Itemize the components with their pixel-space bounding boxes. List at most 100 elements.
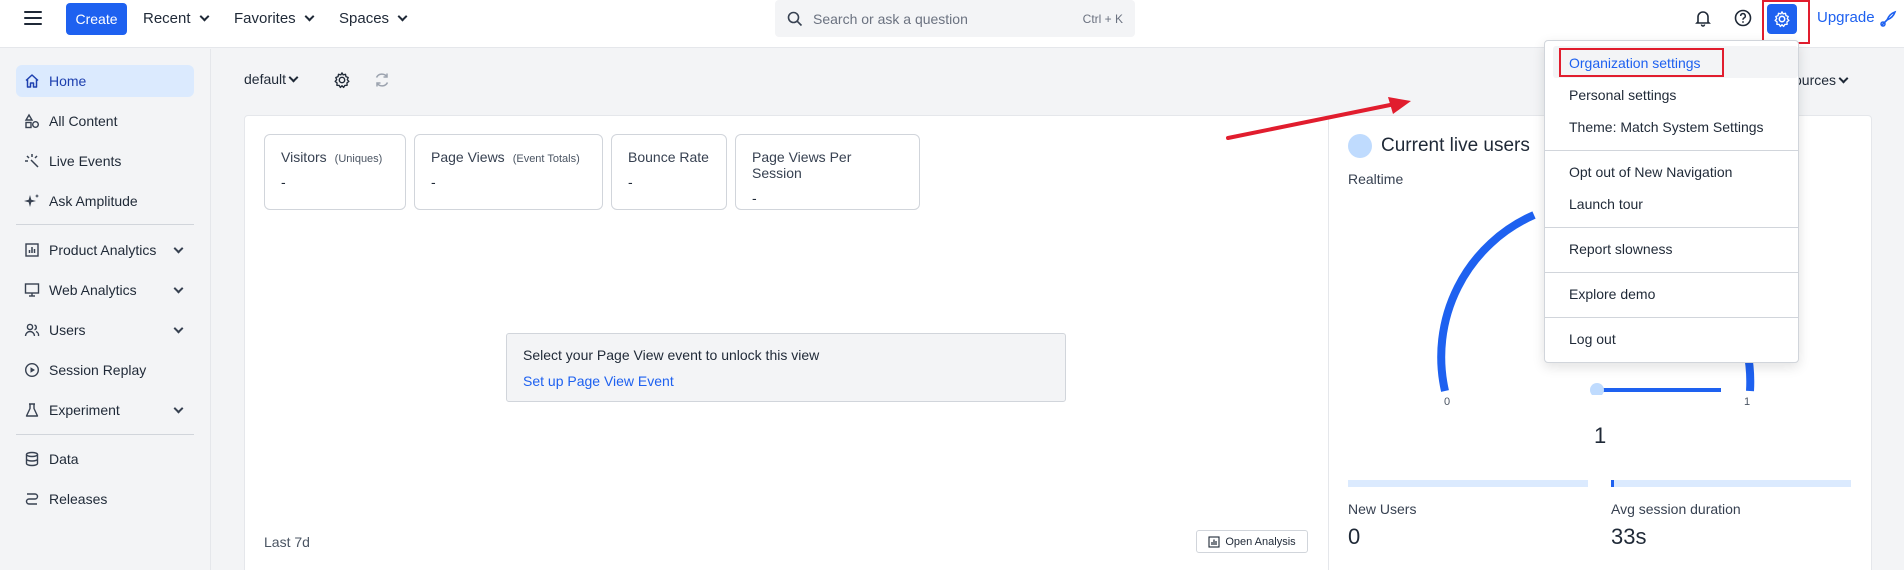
setup-page-view-link[interactable]: Set up Page View Event: [523, 373, 1049, 389]
chevron-down-icon: [397, 11, 408, 21]
sidebar-item-label: Home: [49, 73, 87, 89]
avg-session-value: 33s: [1611, 524, 1647, 549]
search-bar[interactable]: Ctrl + K: [775, 0, 1135, 37]
rocket-icon[interactable]: [1878, 9, 1898, 29]
metric-page-views[interactable]: Page Views (Event Totals) -: [414, 134, 603, 210]
sidebar-item-live-events[interactable]: Live Events: [16, 145, 194, 177]
avg-session-bar-fill: [1611, 480, 1614, 487]
chart-icon: [1208, 535, 1220, 548]
sidebar-item-users[interactable]: Users: [16, 314, 194, 346]
menu-divider: [1545, 272, 1798, 273]
help-icon[interactable]: [1733, 8, 1753, 28]
date-range-label: Last 7d: [264, 534, 310, 550]
sparkle-icon: [23, 192, 41, 210]
sidebar-item-label: Experiment: [49, 402, 120, 418]
sidebar-item-label: Releases: [49, 491, 108, 507]
recent-dropdown[interactable]: Recent: [143, 0, 209, 36]
chevron-down-icon: [173, 243, 184, 254]
menu-item-launch-tour[interactable]: Launch tour: [1569, 196, 1643, 212]
metric-value: -: [752, 190, 757, 206]
metric-value: -: [431, 174, 436, 190]
spaces-label: Spaces: [339, 9, 390, 27]
hamburger-menu-icon[interactable]: [24, 11, 42, 25]
search-shortcut: Ctrl + K: [1082, 11, 1123, 26]
sidebar-item-label: Ask Amplitude: [49, 193, 138, 209]
metric-bounce-rate[interactable]: Bounce Rate -: [611, 134, 727, 210]
chevron-down-icon: [288, 72, 299, 82]
menu-item-report-slowness[interactable]: Report slowness: [1569, 241, 1673, 257]
gauge-needle-pivot: [1590, 383, 1604, 395]
menu-item-log-out[interactable]: Log out: [1569, 331, 1616, 347]
menu-item-personal-settings[interactable]: Personal settings: [1569, 87, 1676, 103]
sidebar-item-releases[interactable]: Releases: [16, 483, 194, 515]
annotation-org-settings-highlight: [1559, 48, 1724, 77]
avg-session-label: Avg session duration: [1611, 501, 1741, 517]
annotation-gear-highlight: [1762, 0, 1810, 44]
sidebar-item-label: Data: [49, 451, 79, 467]
flask-icon: [23, 401, 41, 419]
favorites-dropdown[interactable]: Favorites: [234, 0, 315, 36]
sidebar-item-product-analytics[interactable]: Product Analytics: [16, 234, 194, 266]
gauge-min-label: 0: [1444, 396, 1451, 408]
sidebar-divider: [16, 224, 194, 225]
metric-sublabel: (Uniques): [334, 153, 383, 165]
metric-label: Bounce Rate: [628, 149, 709, 165]
gauge-max-label: 1: [1744, 396, 1751, 408]
sources-label: ources: [1794, 72, 1837, 88]
sidebar-item-label: All Content: [49, 113, 118, 129]
new-users-value: 0: [1348, 524, 1361, 549]
releases-icon: [23, 490, 41, 508]
sources-dropdown[interactable]: ources: [1794, 72, 1849, 88]
shapes-icon: [23, 112, 41, 130]
metric-label: Page Views: [431, 149, 505, 165]
sidebar-item-web-analytics[interactable]: Web Analytics: [16, 274, 194, 306]
search-icon: [787, 11, 803, 26]
users-icon: [23, 321, 41, 339]
chevron-down-icon: [1838, 73, 1849, 83]
menu-item-opt-out-new-navigation[interactable]: Opt out of New Navigation: [1569, 164, 1732, 180]
metric-value: -: [628, 174, 633, 190]
chevron-down-icon: [173, 323, 184, 334]
monitor-icon: [23, 281, 41, 299]
space-settings-gear-icon[interactable]: [333, 71, 351, 89]
spaces-dropdown[interactable]: Spaces: [339, 0, 408, 36]
settings-dropdown-menu: Organization settings Personal settings …: [1544, 40, 1799, 363]
metric-visitors[interactable]: Visitors (Uniques) -: [264, 134, 406, 210]
search-input[interactable]: [813, 10, 1083, 27]
sidebar-item-session-replay[interactable]: Session Replay: [16, 354, 194, 386]
live-icon: [23, 152, 41, 170]
sidebar-item-home[interactable]: Home: [16, 65, 194, 97]
menu-item-theme[interactable]: Theme: Match System Settings: [1569, 119, 1764, 135]
menu-divider: [1545, 317, 1798, 318]
chevron-down-icon: [199, 11, 209, 21]
metric-label: Visitors: [281, 149, 327, 165]
open-analysis-button[interactable]: Open Analysis: [1196, 530, 1308, 553]
refresh-icon[interactable]: [373, 71, 391, 89]
annotation-arrow: [1226, 97, 1411, 140]
create-button[interactable]: Create: [66, 3, 127, 35]
home-icon: [23, 72, 41, 90]
sidebar-item-label: Web Analytics: [49, 282, 137, 298]
sidebar-item-experiment[interactable]: Experiment: [16, 394, 194, 426]
menu-item-explore-demo[interactable]: Explore demo: [1569, 286, 1655, 302]
sidebar-divider: [16, 434, 194, 435]
unlock-page-view-notice: Select your Page View event to unlock th…: [506, 333, 1066, 402]
sidebar-item-data[interactable]: Data: [16, 443, 194, 475]
sidebar-item-ask-amplitude[interactable]: Ask Amplitude: [16, 185, 194, 217]
upgrade-link[interactable]: Upgrade: [1817, 9, 1875, 26]
metric-value: -: [281, 174, 286, 190]
current-live-users-value: 1: [1594, 423, 1607, 448]
avg-session-bar: [1611, 480, 1851, 487]
database-icon: [23, 450, 41, 468]
chart-icon: [23, 241, 41, 259]
recent-label: Recent: [143, 9, 191, 27]
menu-divider: [1545, 150, 1798, 151]
favorites-label: Favorites: [234, 9, 296, 27]
space-selector[interactable]: default: [244, 71, 299, 87]
sidebar-item-all-content[interactable]: All Content: [16, 105, 194, 137]
sidebar-item-label: Users: [49, 322, 86, 338]
metric-label: Page Views Per Session: [752, 149, 852, 181]
sidebar-item-label: Session Replay: [49, 362, 147, 378]
bell-icon[interactable]: [1693, 8, 1713, 28]
metric-page-views-per-session[interactable]: Page Views Per Session -: [735, 134, 920, 210]
